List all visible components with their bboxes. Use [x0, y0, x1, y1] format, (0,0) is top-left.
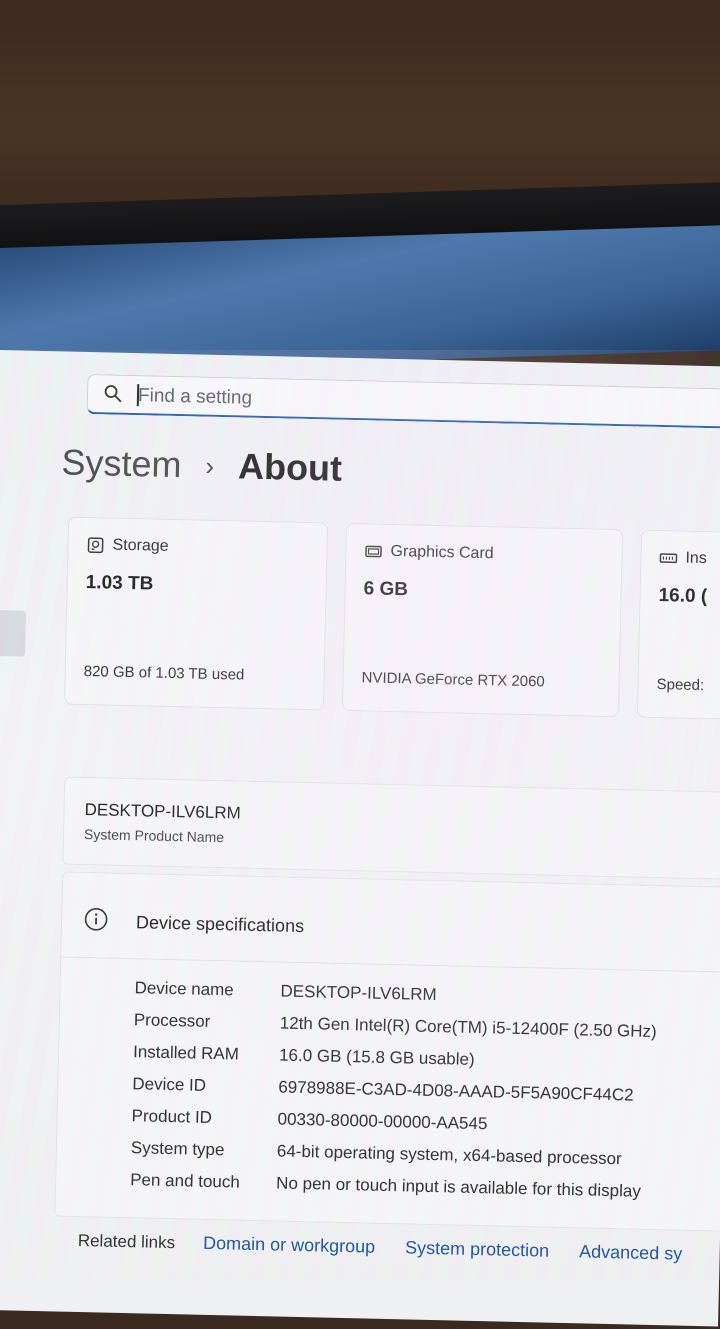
settings-window: System › About Storage 1.03 TB 820 GB of… [0, 350, 720, 1327]
card-title: Storage [112, 537, 168, 556]
installed-ram-card[interactable]: Ins 16.0 ( Speed: [637, 530, 720, 722]
spec-value: 16.0 GB (15.8 GB usable) [279, 1046, 475, 1070]
spec-key: Pen and touch [130, 1170, 276, 1193]
chevron-right-icon: › [205, 450, 214, 481]
link-domain-or-workgroup[interactable]: Domain or workgroup [203, 1233, 376, 1258]
device-specifications-header[interactable]: Device specifications [61, 873, 720, 973]
search-box[interactable] [87, 374, 720, 429]
search-icon [104, 384, 122, 402]
spec-key: Installed RAM [133, 1042, 279, 1065]
related-links-label: Related links [78, 1230, 176, 1252]
card-title: Ins [685, 550, 707, 568]
page-title: About [238, 445, 343, 489]
card-subtext: 820 GB of 1.03 TB used [84, 663, 245, 684]
card-subtext: Speed: [656, 676, 704, 694]
desktop-wallpaper [0, 225, 720, 373]
spec-key: System type [131, 1138, 277, 1161]
spec-key: Device ID [132, 1074, 278, 1097]
spec-value: 00330-80000-00000-AA545 [277, 1109, 487, 1134]
search-input[interactable] [136, 382, 700, 423]
card-title: Graphics Card [390, 543, 494, 563]
card-value: 16.0 ( [658, 585, 707, 608]
device-name-panel[interactable]: DESKTOP-ILV6LRM System Product Name [62, 777, 720, 880]
spec-key: Product ID [131, 1106, 277, 1129]
info-icon [84, 907, 109, 932]
section-title: Device specifications [136, 912, 305, 937]
spec-table: Device name DESKTOP-ILV6LRM Processor 12… [130, 978, 658, 1214]
card-value: 6 GB [363, 578, 408, 601]
device-specifications-panel: Device specifications Device name DESKTO… [54, 872, 720, 1232]
breadcrumb-system[interactable]: System [61, 441, 182, 486]
link-system-protection[interactable]: System protection [405, 1237, 550, 1261]
spec-key: Device name [134, 978, 280, 1001]
storage-card[interactable]: Storage 1.03 TB 820 GB of 1.03 TB used [64, 517, 328, 711]
sidebar-edge[interactable] [0, 610, 26, 657]
device-name-label: System Product Name [84, 826, 224, 845]
graphics-card[interactable]: Graphics Card 6 GB NVIDIA GeForce RTX 20… [342, 523, 623, 717]
spec-key: Processor [134, 1010, 280, 1033]
device-name: DESKTOP-ILV6LRM [84, 800, 241, 824]
spec-value: DESKTOP-ILV6LRM [280, 982, 437, 1006]
link-advanced-system-settings[interactable]: Advanced sy [579, 1241, 683, 1264]
memory-icon [659, 549, 677, 567]
graphics-card-icon [364, 542, 382, 560]
related-links: Related links Domain or workgroup System… [78, 1230, 713, 1265]
storage-icon [86, 536, 104, 554]
breadcrumb: System › About [61, 441, 343, 489]
card-value: 1.03 TB [85, 572, 153, 596]
card-subtext: NVIDIA GeForce RTX 2060 [361, 669, 544, 690]
